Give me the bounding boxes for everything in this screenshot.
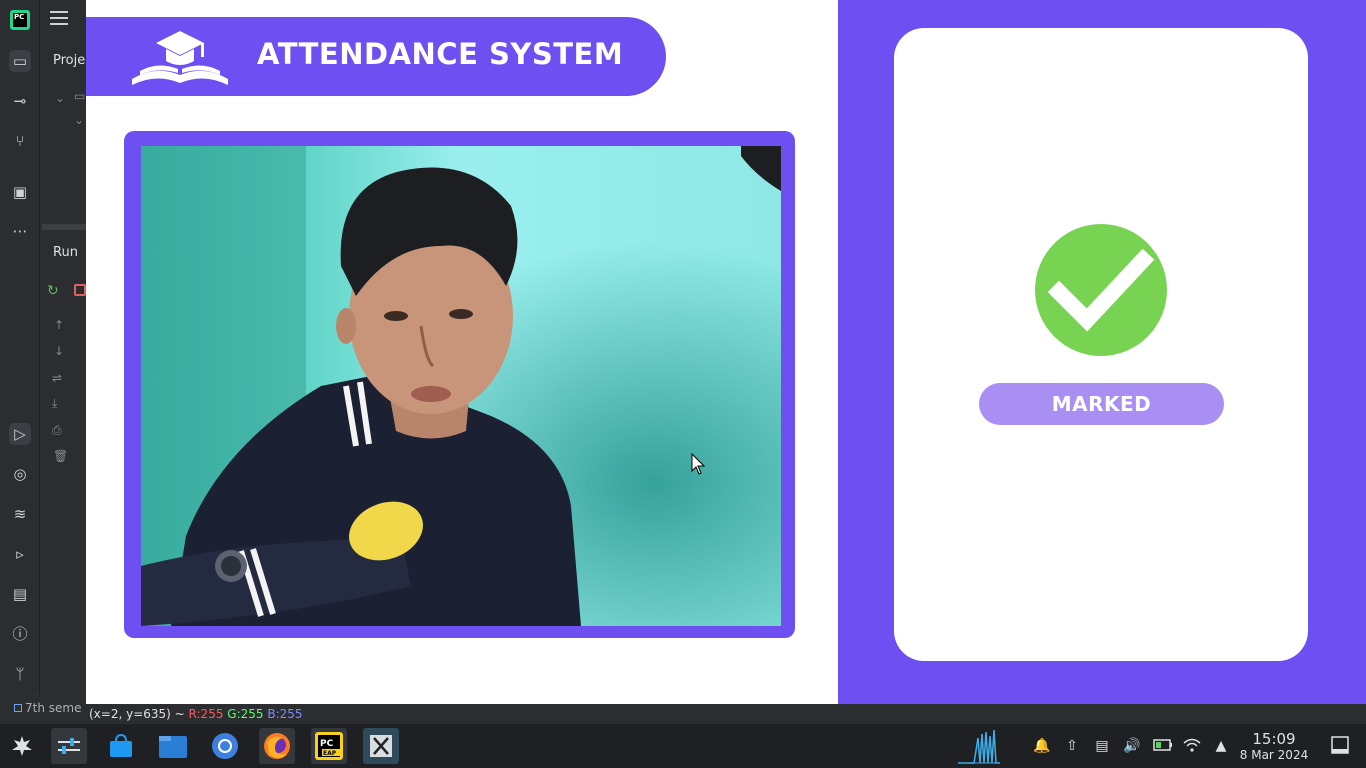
panel-divider[interactable]: [42, 224, 86, 230]
clipboard-icon[interactable]: ▤: [1093, 738, 1111, 754]
services-icon[interactable]: ▹: [9, 543, 31, 565]
mouse-cursor-icon: [691, 453, 705, 475]
taskbar-clock[interactable]: 15:09 8 Mar 2024: [1236, 730, 1312, 762]
taskbar: PC EAP 🔔 ⇧ ▤ 🔊 ▲: [0, 724, 1366, 768]
python-console-icon[interactable]: ◎: [9, 463, 31, 485]
battery-icon[interactable]: [1153, 738, 1173, 754]
pycharm-icon[interactable]: PC EAP: [311, 728, 347, 764]
scroll-to-end-icon[interactable]: ⤓: [52, 396, 57, 411]
structure-icon[interactable]: ▣: [9, 181, 31, 203]
project-panel-title[interactable]: Proje: [53, 53, 85, 68]
arrow-down-icon[interactable]: ↓: [54, 344, 64, 358]
print-icon[interactable]: ⎙: [52, 423, 62, 438]
rerun-icon[interactable]: ↻: [47, 283, 59, 299]
pixel-b: B:255: [267, 707, 303, 721]
webcam-frame: [124, 131, 795, 638]
git-icon[interactable]: ᛘ: [9, 663, 31, 685]
graduation-book-icon: [132, 31, 228, 85]
updates-icon[interactable]: ⇧: [1063, 738, 1081, 754]
folder-icon[interactable]: ▭: [9, 50, 31, 72]
trash-icon[interactable]: 🗑: [53, 449, 68, 463]
chevron-down-icon[interactable]: ⌄: [55, 91, 65, 105]
folder-tree-icon: ▭: [74, 89, 86, 103]
layers-icon[interactable]: ≋: [9, 503, 31, 525]
more-icon[interactable]: ⋯: [9, 220, 31, 242]
hamburger-menu-icon[interactable]: [50, 11, 68, 27]
problems-icon[interactable]: ⓘ: [9, 623, 31, 645]
pixel-g: G:255: [227, 707, 264, 721]
marked-badge: MARKED: [979, 383, 1224, 425]
pull-request-icon[interactable]: ⑂: [9, 130, 31, 152]
pixel-coords: (x=2, y=635) ~: [89, 707, 185, 721]
svg-text:EAP: EAP: [323, 750, 337, 757]
store-icon[interactable]: [103, 728, 139, 764]
firefox-icon[interactable]: [259, 728, 295, 764]
file-manager-icon[interactable]: [155, 728, 191, 764]
volume-icon[interactable]: 🔊: [1123, 738, 1141, 754]
x-window-icon[interactable]: [363, 728, 399, 764]
status-card: MARKED: [894, 28, 1308, 661]
notifications-icon[interactable]: 🔔: [1033, 738, 1051, 754]
show-desktop-icon[interactable]: [1331, 736, 1349, 754]
app-launcher-icon[interactable]: [4, 728, 40, 764]
checkmark-icon: [1035, 224, 1167, 356]
app-title: ATTENDANCE SYSTEM: [257, 37, 624, 71]
run-icon[interactable]: ▷: [9, 423, 31, 445]
expand-tray-icon[interactable]: ▲: [1212, 738, 1230, 754]
pycharm-logo-icon[interactable]: PC: [10, 10, 30, 30]
ide-panel: PC ▭ ⊸ ⑂ ▣ ⋯ ▷ ◎ ≋ ▹ ▤ ⓘ ᛘ Proje ⌄ ▭ ⌄ R…: [0, 0, 86, 724]
arrow-up-icon[interactable]: ↑: [54, 318, 64, 332]
app-header: ATTENDANCE SYSTEM: [86, 17, 666, 96]
system-settings-icon[interactable]: [51, 728, 87, 764]
attendance-window: ATTENDANCE SYSTEM MARKED: [86, 0, 1366, 704]
wifi-icon[interactable]: [1183, 738, 1201, 754]
clock-date: 8 Mar 2024: [1239, 748, 1309, 762]
svg-text:PC: PC: [320, 739, 334, 749]
clock-time: 15:09: [1252, 730, 1296, 748]
opencv-status-bar: (x=2, y=635) ~ R:255 G:255 B:255: [86, 704, 1366, 724]
soft-wrap-icon[interactable]: ⇌: [52, 371, 62, 385]
project-square-icon: [14, 704, 22, 712]
webcam-feed: [141, 146, 781, 626]
run-panel-title: Run: [53, 245, 78, 260]
system-monitor-graph[interactable]: [956, 728, 1002, 764]
ide-status-bar: 7th seme: [0, 694, 86, 724]
stop-icon[interactable]: [74, 284, 86, 296]
chevron-down-icon[interactable]: ⌄: [74, 113, 84, 127]
terminal-icon[interactable]: ▤: [9, 583, 31, 605]
commit-icon[interactable]: ⊸: [9, 90, 31, 112]
status-panel: MARKED: [838, 0, 1366, 704]
pixel-r: R:255: [188, 707, 224, 721]
chromium-icon[interactable]: [207, 728, 243, 764]
